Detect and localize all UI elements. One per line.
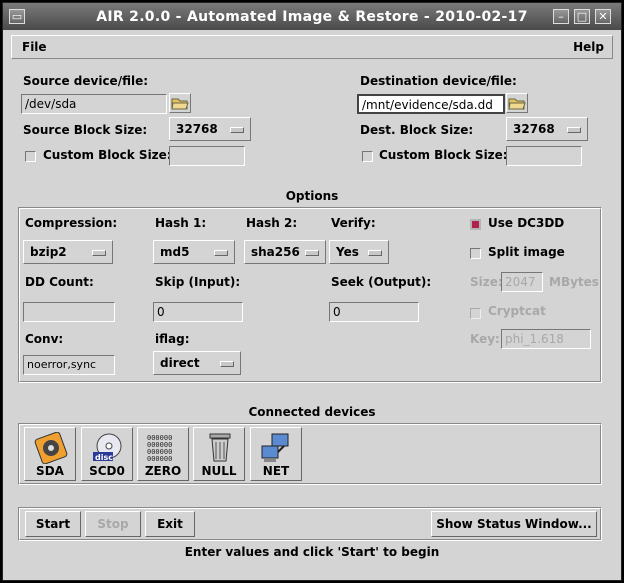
chevron-down-icon: [220, 361, 234, 367]
compression-value: bzip2: [30, 245, 67, 259]
trash-icon: [209, 433, 231, 462]
device-null-button[interactable]: NULL: [193, 427, 245, 481]
conv-input[interactable]: noerror,sync: [23, 355, 115, 375]
cryptcat-checkbox[interactable]: [470, 308, 481, 319]
start-button[interactable]: Start: [25, 511, 81, 537]
device-label: NULL: [201, 464, 237, 478]
destination-custom-block-checkbox[interactable]: [362, 151, 373, 162]
devices-title: Connected devices: [248, 405, 376, 419]
menu-help[interactable]: Help: [573, 40, 604, 54]
hard-disk-icon: [34, 432, 68, 464]
destination-browse-button[interactable]: [506, 93, 528, 113]
use-dc3dd-checkbox[interactable]: [470, 219, 481, 230]
size-input[interactable]: 2047: [501, 272, 543, 292]
destination-label: Destination device/file:: [360, 74, 517, 88]
maximize-icon[interactable]: □: [574, 9, 590, 24]
chevron-down-icon: [92, 250, 106, 256]
device-label: NET: [262, 464, 290, 478]
device-label: SCD0: [89, 464, 125, 478]
chevron-down-icon: [567, 127, 581, 133]
device-label: SDA: [36, 464, 64, 478]
verify-value: Yes: [336, 245, 359, 259]
verify-label: Verify:: [331, 216, 376, 230]
skip-input[interactable]: 0: [153, 302, 243, 322]
source-custom-block-input[interactable]: [169, 146, 245, 166]
zeros-icon: 000000 000000 000000 000000: [147, 434, 172, 463]
chevron-down-icon: [230, 127, 244, 133]
device-scd0-button[interactable]: disc SCD0: [81, 427, 133, 481]
compression-select[interactable]: bzip2: [23, 240, 113, 264]
folder-open-icon: [508, 98, 526, 110]
folder-open-icon: [171, 98, 189, 110]
exit-button[interactable]: Exit: [145, 511, 195, 537]
chevron-down-icon: [214, 250, 228, 256]
window-title: AIR 2.0.0 - Automated Image & Restore - …: [96, 9, 528, 25]
destination-block-size-value: 32768: [513, 122, 555, 136]
source-input[interactable]: /dev/sda: [21, 94, 167, 114]
iflag-label: iflag:: [155, 332, 190, 346]
conv-label: Conv:: [25, 332, 64, 346]
destination-block-size-label: Dest. Block Size:: [360, 123, 474, 137]
destination-block-size-select[interactable]: 32768: [506, 117, 588, 141]
chevron-down-icon: [368, 250, 382, 256]
source-block-size-label: Source Block Size:: [23, 123, 148, 137]
stop-button[interactable]: Stop: [85, 511, 141, 537]
network-icon: [261, 433, 289, 462]
destination-custom-block-input[interactable]: [506, 146, 582, 166]
iflag-value: direct: [160, 356, 200, 370]
minimize-icon[interactable]: –: [553, 9, 569, 24]
key-label: Key:: [470, 332, 500, 346]
hash1-select[interactable]: md5: [153, 240, 235, 264]
device-sda-button[interactable]: SDA: [24, 427, 76, 481]
svg-text:000000: 000000: [147, 455, 172, 463]
destination-custom-block-label: Custom Block Size:: [379, 148, 508, 162]
status-message: Enter values and click 'Start' to begin: [184, 545, 440, 559]
size-unit-label: MBytes: [549, 275, 599, 289]
close-icon[interactable]: ✕: [595, 9, 611, 24]
split-image-checkbox[interactable]: [470, 248, 481, 259]
compression-label: Compression:: [25, 216, 118, 230]
title-bar[interactable]: ▭ AIR 2.0.0 - Automated Image & Restore …: [3, 3, 621, 30]
seek-input[interactable]: 0: [329, 302, 419, 322]
dd-count-input[interactable]: [23, 302, 115, 322]
device-zero-button[interactable]: 000000 000000 000000 000000 ZERO: [137, 427, 189, 481]
size-label: Size:: [470, 275, 503, 289]
device-label: ZERO: [144, 464, 182, 478]
source-custom-block-label: Custom Block Size:: [43, 148, 172, 162]
source-custom-block-checkbox[interactable]: [25, 151, 36, 162]
svg-text:disc: disc: [95, 453, 113, 462]
main-window: ▭ AIR 2.0.0 - Automated Image & Restore …: [2, 2, 622, 581]
use-dc3dd-label: Use DC3DD: [488, 216, 565, 230]
cd-disc-icon: disc: [93, 433, 122, 462]
key-input[interactable]: phi_1.618: [501, 329, 591, 349]
hash2-value: sha256: [251, 245, 300, 259]
hash2-label: Hash 2:: [246, 216, 298, 230]
destination-input[interactable]: /mnt/evidence/sda.dd: [357, 94, 505, 114]
hash1-label: Hash 1:: [155, 216, 207, 230]
options-title: Options: [285, 189, 339, 203]
source-browse-button[interactable]: [169, 93, 191, 113]
menu-file[interactable]: File: [22, 40, 47, 54]
device-net-button[interactable]: NET: [250, 427, 302, 481]
dd-count-label: DD Count:: [25, 275, 94, 289]
source-block-size-select[interactable]: 32768: [169, 117, 251, 141]
hash2-select[interactable]: sha256: [244, 240, 326, 264]
cryptcat-label: Cryptcat: [488, 304, 546, 318]
source-label: Source device/file:: [23, 74, 149, 88]
hash1-value: md5: [160, 245, 190, 259]
seek-label: Seek (Output):: [331, 275, 432, 289]
chevron-down-icon: [305, 250, 319, 256]
menu-bar: File Help: [11, 35, 613, 59]
verify-select[interactable]: Yes: [329, 240, 389, 264]
skip-label: Skip (Input):: [155, 275, 241, 289]
source-block-size-value: 32768: [176, 122, 218, 136]
show-status-window-button[interactable]: Show Status Window...: [431, 511, 597, 537]
iflag-select[interactable]: direct: [153, 351, 241, 375]
split-image-label: Split image: [488, 245, 565, 259]
